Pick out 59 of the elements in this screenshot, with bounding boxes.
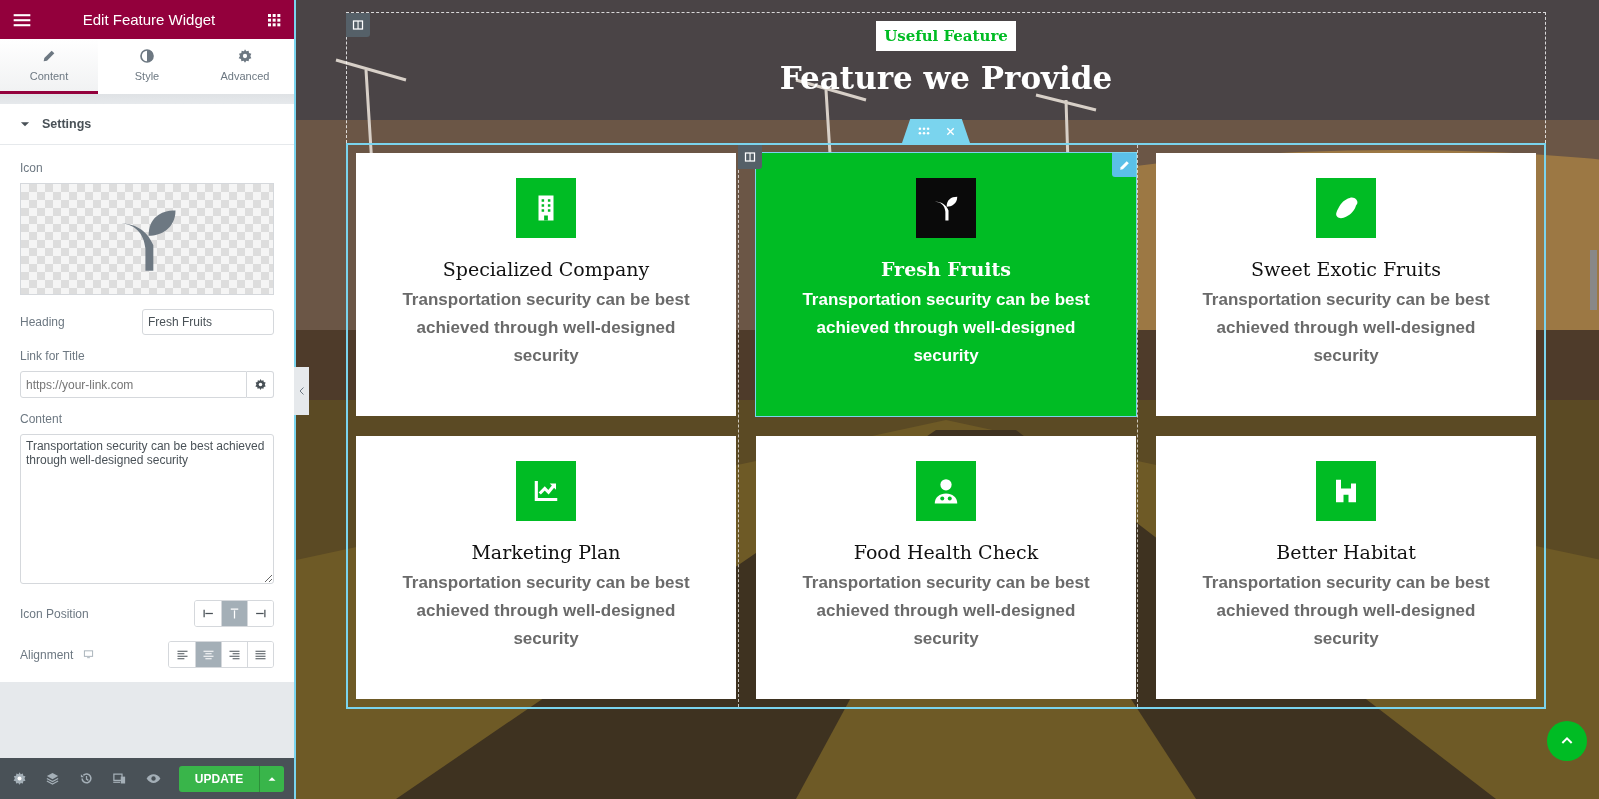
close-icon [944, 125, 956, 137]
section-title: Settings [42, 117, 92, 131]
update-options-button[interactable] [259, 765, 285, 792]
feature-text: Transportation security can be best achieved through well-designed security [401, 572, 691, 650]
feature-card[interactable]: Sweet Exotic Fruits Transportation security can be best achieved through well-designed security [1156, 153, 1536, 416]
icon-preview[interactable] [20, 183, 274, 295]
feature-title: Specialized Company [442, 258, 650, 280]
feature-text: Transportation security can be best achieved through well-designed security [401, 289, 691, 367]
field-label: Heading [20, 315, 65, 329]
gear-icon [12, 771, 27, 786]
layers-icon [45, 771, 61, 786]
settings-button[interactable] [12, 771, 27, 786]
feature-title: Better Habitat [1276, 541, 1416, 563]
gear-icon [237, 48, 253, 64]
option-button[interactable] [247, 642, 273, 667]
field-label: Link for Title [20, 349, 86, 363]
panel-title: Edit Feature Widget [82, 11, 216, 28]
gear-icon [253, 378, 267, 391]
grid-icon [266, 11, 282, 28]
contrast-icon [139, 48, 155, 64]
feature-card[interactable]: Food Health Check Transportation security can be best achieved through well-designed security [756, 436, 1136, 699]
heading-field[interactable]: Fresh Fruits [142, 309, 274, 335]
feature-text: Transportation security can be best achieved through well-designed security [1201, 572, 1491, 650]
history-icon [78, 771, 94, 786]
feature-title: Food Health Check [853, 541, 1039, 563]
history-button[interactable] [78, 771, 94, 786]
columns-icon [744, 151, 756, 163]
section-handle[interactable] [346, 13, 370, 37]
feature-title: Sweet Exotic Fruits [1251, 258, 1441, 280]
link-field[interactable]: https://your-link.com [20, 371, 247, 398]
pencil-icon [1117, 158, 1131, 172]
eye-icon [145, 771, 161, 786]
feature-card[interactable]: Specialized Company Transportation security can be best achieved through well-designed security [356, 153, 736, 416]
section-badge: Useful Feature [876, 21, 1016, 51]
section-heading: Feature we Provide [779, 60, 1113, 96]
monitor-icon [83, 649, 95, 660]
responsive-button[interactable] [112, 771, 128, 786]
preview-button[interactable] [145, 771, 161, 786]
feature-card[interactable]: Better Habitat Transportation security can be best achieved through well-designed security [1156, 436, 1536, 699]
feature-title: Fresh Fruits [880, 258, 1012, 280]
feature-text: Transportation security can be best achieved through well-designed security [801, 289, 1091, 367]
feature-text: Transportation security can be best achieved through well-designed security [1201, 289, 1491, 367]
link-settings-button[interactable] [247, 371, 274, 398]
devices-icon [112, 771, 128, 786]
option-button[interactable] [247, 601, 273, 626]
feature-text: Transportation security can be best achieved through well-designed security [801, 572, 1091, 650]
apps-button[interactable] [266, 11, 282, 28]
field-label: Alignment [20, 647, 74, 662]
feature-title: Marketing Plan [471, 541, 621, 563]
columns-icon [352, 19, 364, 31]
layers-button[interactable] [45, 771, 61, 786]
scrollbar-thumb[interactable] [1590, 250, 1597, 310]
content-field[interactable]: Transportation security can be best achieved through well-designed security [20, 434, 274, 584]
feature-card[interactable]: Marketing Plan Transportation security can be best achieved through well-designed security [356, 436, 736, 699]
column-handle[interactable] [738, 145, 762, 169]
field-label: Content [20, 412, 64, 426]
field-label: Icon [20, 161, 44, 175]
pencil-icon [41, 48, 57, 64]
field-label: Icon Position [20, 606, 89, 621]
